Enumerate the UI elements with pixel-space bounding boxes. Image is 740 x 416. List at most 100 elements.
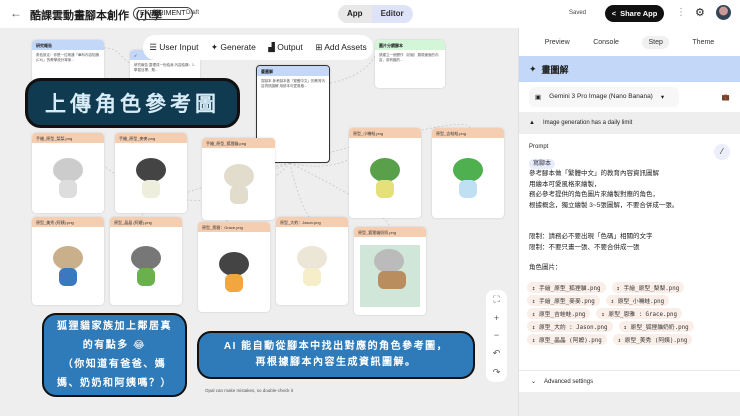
image-node[interactable]: 手繪_原型_梨梨.png	[32, 133, 104, 213]
frog-image	[366, 154, 404, 202]
file-chip[interactable]: ↥ 原型_狐狸貓奶奶.png	[618, 320, 694, 332]
file-name: 原型_晶晶 (阿嬤).png	[538, 337, 602, 344]
image-node[interactable]: 手繪_原型_麥麥.png	[115, 133, 187, 213]
frog-image	[449, 154, 487, 202]
file-name: 原型_大約 : Jason.png	[538, 324, 608, 331]
file-chips: ↥ 手繪_原型_狐狸貓.png ↥ 手繪_原型_梨梨.png ↥ 手繪_原型_麥…	[519, 281, 740, 345]
cat-image	[220, 160, 258, 208]
file-name: 原型_狐狸貓奶奶.png	[630, 324, 689, 331]
prompt-label: Prompt	[529, 144, 549, 150]
callout-line: 的有點多 😂	[82, 340, 147, 351]
file-chip[interactable]: ↥ 原型_小嘰蛙.png	[605, 294, 670, 306]
tab-step[interactable]: Step	[642, 35, 669, 49]
banner-upload-reference: 上傳角色參考圖	[25, 78, 240, 128]
model-row: ▣ Gemini 3 Pro Image (Nano Banana) ▾ 💼	[519, 82, 740, 112]
top-bar: ← 酷課雲動畫腳本創作（小學 EXPERIMENT Draft App Edit…	[0, 0, 740, 28]
advanced-settings-label: Advanced settings	[544, 378, 594, 385]
image-node[interactable]: 手繪_原型_狐狸貓.png	[202, 138, 275, 220]
node-storyboard[interactable]: 圖片分鏡腳本 請建立一個實作（初級）展現畫面的內容，用有趣的...	[375, 40, 445, 88]
file-chip[interactable]: ↥ 手繪_原型_梨梨.png	[611, 281, 685, 293]
file-chip[interactable]: ↥ 手繪_原型_麥麥.png	[527, 294, 600, 306]
file-chip[interactable]: ↥ 原型_大約 : Jason.png	[527, 320, 613, 332]
callout-ai: AI 能自動從腳本中找出對應的角色參考圖， 再根據腳本內容生成資訊圖解。	[197, 331, 475, 379]
image-node-title: 手繪_原型_狐狸貓.png	[202, 138, 275, 148]
node-title: 圖片分鏡腳本	[375, 40, 445, 50]
image-node-title: 原型_狐狸貓奶奶.png	[354, 227, 426, 237]
advanced-settings-toggle[interactable]: ⌄ Advanced settings	[519, 370, 740, 392]
editor-tab[interactable]: Editor	[371, 5, 413, 23]
output-button[interactable]: ▟ Output	[268, 42, 302, 53]
file-chip[interactable]: ↥ 原型_美秀 (阿姨).png	[612, 333, 693, 345]
image-node[interactable]: 原型_恩雅：Grace.png	[198, 222, 270, 312]
image-node-title: 原型_吉蛙蛙.png	[432, 128, 504, 138]
file-name: 手繪_原型_狐狸貓.png	[538, 285, 601, 292]
prompt-editor[interactable]: Prompt 寫腳本 參考腳本做「繁體中文」的教育內容資訊圖解 用繪本可愛風格來…	[519, 134, 740, 282]
tab-theme[interactable]: Theme	[692, 39, 714, 46]
tab-preview[interactable]: Preview	[545, 39, 570, 46]
user-input-button[interactable]: ☰ User Input	[149, 42, 198, 53]
plus-box-icon: ⊞	[315, 42, 325, 52]
node-body: 寫腳本 參考腳本做「繁體中文」的教育內容資訊圖解 用繪本可愛風格...	[261, 79, 325, 88]
prompt-line: 限制：請務必不要出現「色碼」相關的文字	[529, 233, 653, 240]
tab-console[interactable]: Console	[593, 39, 619, 46]
image-node-title: 原型_美秀 (阿姨).png	[32, 217, 104, 227]
zoom-in-icon[interactable]: +	[494, 313, 499, 323]
panel-footer	[519, 392, 740, 416]
share-label: Share App	[620, 9, 658, 18]
step-reference-chip[interactable]: 寫腳本	[529, 158, 556, 169]
disclaimer: Opal can make mistakes, so double-check …	[205, 388, 294, 393]
generate-label: Generate	[220, 42, 256, 52]
app-tab[interactable]: App	[338, 5, 372, 23]
image-node[interactable]: 原型_小嘰蛙.png	[349, 128, 421, 218]
redo-icon[interactable]: ↷	[493, 367, 501, 378]
share-icon: <	[611, 9, 617, 18]
file-chip[interactable]: ↥ 原型_吉蛙蛙.png	[527, 307, 591, 319]
callout-line: 媽、奶奶和阿姨嗎？）	[57, 378, 172, 389]
list-icon: ☰	[149, 42, 160, 52]
add-assets-label: Add Assets	[324, 42, 367, 52]
model-select[interactable]: ▣ Gemini 3 Pro Image (Nano Banana) ▾	[529, 87, 679, 107]
zoom-out-icon[interactable]: −	[494, 330, 499, 340]
back-button[interactable]: ←	[10, 6, 22, 20]
file-chip[interactable]: ↥ 手繪_原型_狐狸貓.png	[527, 281, 606, 293]
image-node-title: 原型_恩雅：Grace.png	[198, 222, 270, 232]
node-body: 研究報告 整理成一份給我 內容結構：1.學習目標、題...	[134, 63, 195, 72]
add-assets-button[interactable]: ⊞ Add Assets	[315, 42, 367, 53]
cat-image	[49, 242, 87, 290]
node-body: 請建立一個實作（初級）展現畫面的內容，用有趣的...	[379, 53, 439, 62]
gear-icon[interactable]: ⚙	[695, 6, 705, 19]
share-app-button[interactable]: < Share App	[605, 5, 664, 22]
undo-icon[interactable]: ↶	[493, 348, 501, 359]
image-node-title: 手繪_原型_麥麥.png	[115, 133, 187, 143]
chevron-down-icon: ▾	[660, 94, 665, 101]
image-node[interactable]: 原型_美秀 (阿姨).png	[32, 217, 104, 305]
more-icon[interactable]: ⋮	[676, 7, 686, 18]
file-name: 原型_小嘰蛙.png	[617, 298, 665, 305]
file-name: 原型_恩雅 : Grace.png	[608, 311, 677, 318]
callout-line: （你知道有爸爸、媽	[62, 359, 167, 370]
cat-image	[293, 242, 331, 290]
file-name: 原型_吉蛙蛙.png	[538, 311, 586, 318]
image-node-title: 手繪_原型_梨梨.png	[32, 133, 104, 143]
avatar[interactable]	[716, 5, 731, 20]
magic-wand-icon[interactable]: ⁄	[714, 144, 730, 160]
sparkle-icon: ✦	[529, 63, 537, 74]
briefcase-icon[interactable]: 💼	[722, 93, 730, 101]
flow-canvas[interactable]: 研究報告 角色設定：你是一位精通「華科內容知識(CK)」的教學設計專家... ✓…	[0, 28, 518, 416]
file-chip[interactable]: ↥ 原型_晶晶 (阿嬤).png	[527, 333, 607, 345]
generate-button[interactable]: ✦ Generate	[211, 42, 256, 53]
image-node[interactable]: 原型_狐狸貓奶奶.png	[354, 227, 426, 315]
image-node[interactable]: 原型_晶晶 (阿嬤).png	[110, 217, 182, 305]
image-node[interactable]: 原型_大約：Jason.png	[276, 217, 348, 305]
cat-image	[49, 154, 87, 202]
image-node-title: 原型_小嘰蛙.png	[349, 128, 421, 138]
cat-image	[132, 154, 170, 202]
fit-view-icon[interactable]: ⛶	[493, 294, 499, 305]
image-node-title: 原型_大約：Jason.png	[276, 217, 348, 227]
file-chip[interactable]: ↥ 原型_恩雅 : Grace.png	[596, 307, 682, 319]
mode-toggle: App Editor	[338, 5, 413, 23]
zoom-controls: ⛶ + − ↶ ↷	[486, 290, 507, 382]
image-node[interactable]: 原型_吉蛙蛙.png	[432, 128, 504, 218]
prompt-line: 參考腳本做「繁體中文」的教育內容資訊圖解	[529, 170, 659, 177]
callout-line: AI 能自動從腳本中找出對應的角色參考圖，	[223, 341, 449, 352]
